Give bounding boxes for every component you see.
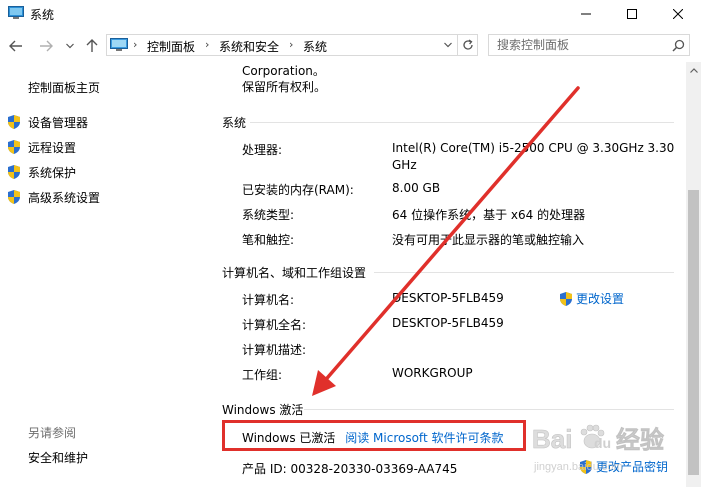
computer-name-label: 计算机名: xyxy=(242,293,295,307)
chevron-down-icon xyxy=(444,42,452,48)
sidebar-item-label: 远程设置 xyxy=(28,140,77,155)
ram-value: 8.00 GB xyxy=(392,181,441,195)
change-settings-label: 更改设置 xyxy=(576,292,625,306)
change-settings-link[interactable]: 更改设置 xyxy=(558,290,624,307)
computer-name-value: DESKTOP-5FLB459 xyxy=(392,291,504,305)
title-bar: 系统 xyxy=(0,0,701,28)
product-id: 产品 ID: 00328-20330-03369-AA745 xyxy=(242,462,458,476)
computer-icon xyxy=(8,6,24,19)
section-title-system: 系统 xyxy=(222,116,247,130)
processor-label: 处理器: xyxy=(242,143,283,157)
close-icon xyxy=(673,9,683,19)
sidebar-item-label: 高级系统设置 xyxy=(28,190,101,205)
address-dropdown-button[interactable] xyxy=(439,34,457,56)
activation-status: Windows 已激活 阅读 Microsoft 软件许可条款 xyxy=(242,429,503,446)
copyright-line: Corporation。 xyxy=(242,64,325,78)
up-arrow-icon xyxy=(86,39,98,52)
shield-icon xyxy=(8,115,20,129)
scroll-up-button[interactable] xyxy=(686,62,701,78)
refresh-icon xyxy=(462,39,473,50)
pen-touch-value: 没有可用于此显示器的笔或触控输入 xyxy=(392,233,585,247)
shield-icon xyxy=(8,190,20,204)
watermark-jingyan: 经验 xyxy=(616,426,664,454)
sidebar-item-label: 设备管理器 xyxy=(28,115,89,130)
processor-value-cont: GHz xyxy=(392,158,417,172)
breadcrumb-chevron-icon: › xyxy=(289,38,294,51)
shield-icon xyxy=(8,140,20,154)
chevron-up-icon xyxy=(689,67,698,73)
watermark-du: du xyxy=(594,435,611,451)
activation-status-text: Windows 已激活 xyxy=(242,431,336,445)
license-terms-link[interactable]: 阅读 Microsoft 软件许可条款 xyxy=(345,431,503,445)
pen-touch-label: 笔和触控: xyxy=(242,233,295,247)
search-box xyxy=(488,34,690,56)
ram-label: 已安装的内存(RAM): xyxy=(242,183,354,197)
workgroup-value: WORKGROUP xyxy=(392,366,473,380)
forward-button[interactable] xyxy=(38,38,54,54)
left-pane: 控制面板主页 设备管理器 远程设置 系统保护 高级系统设置 另请参阅 安全和维护 xyxy=(0,62,205,487)
copyright-line: 保留所有权利。 xyxy=(242,80,327,94)
control-panel-home-link[interactable]: 控制面板主页 xyxy=(28,79,100,96)
sidebar-item-remote-settings[interactable]: 远程设置 xyxy=(6,138,76,156)
section-title-activation: Windows 激活 xyxy=(222,403,304,417)
back-arrow-icon xyxy=(9,40,22,52)
workgroup-label: 工作组: xyxy=(242,368,283,382)
address-bar[interactable]: › 控制面板 › 系统和安全 › 系统 xyxy=(106,34,458,56)
breadcrumb-system-security[interactable]: 系统和安全 xyxy=(219,38,279,55)
see-also-heading: 另请参阅 xyxy=(28,426,77,440)
search-icon[interactable] xyxy=(672,39,685,52)
scroll-thumb[interactable] xyxy=(688,190,699,475)
vertical-scrollbar[interactable] xyxy=(686,62,701,487)
security-maintenance-link[interactable]: 安全和维护 xyxy=(28,449,88,466)
recent-locations-button[interactable] xyxy=(62,38,78,54)
baidu-watermark: Bai du 经验 jingyan.baidu.com xyxy=(528,416,688,478)
search-input[interactable] xyxy=(489,35,669,55)
control-panel-icon xyxy=(110,38,128,51)
system-type-value: 64 位操作系统，基于 x64 的处理器 xyxy=(392,208,586,222)
close-button[interactable] xyxy=(655,0,701,28)
shield-icon xyxy=(8,165,20,179)
watermark-bai: Bai xyxy=(532,424,572,454)
watermark-url: jingyan.baidu.com xyxy=(533,461,623,473)
minimize-button[interactable] xyxy=(563,0,609,28)
sidebar-item-system-protection[interactable]: 系统保护 xyxy=(6,163,76,181)
baidu-paw-logo: Bai du 经验 jingyan.baidu.com xyxy=(532,424,665,473)
maximize-button[interactable] xyxy=(609,0,655,28)
section-divider xyxy=(250,122,674,123)
refresh-button[interactable] xyxy=(458,34,478,56)
forward-arrow-icon xyxy=(40,40,53,52)
maximize-icon xyxy=(627,9,637,19)
shield-icon xyxy=(560,291,572,306)
processor-value: Intel(R) Core(TM) i5-2500 CPU @ 3.30GHz … xyxy=(392,141,675,155)
breadcrumb-system[interactable]: 系统 xyxy=(303,38,327,55)
window-title: 系统 xyxy=(30,8,55,22)
full-computer-name-label: 计算机全名: xyxy=(242,318,307,332)
system-type-label: 系统类型: xyxy=(242,208,295,222)
up-button[interactable] xyxy=(84,38,100,54)
breadcrumb-chevron-icon: › xyxy=(205,38,210,51)
section-divider xyxy=(374,272,674,273)
sidebar-item-device-manager[interactable]: 设备管理器 xyxy=(6,113,88,131)
breadcrumb-control-panel[interactable]: 控制面板 xyxy=(147,38,195,55)
sidebar-item-label: 系统保护 xyxy=(28,165,77,180)
computer-description-label: 计算机描述: xyxy=(242,343,307,357)
chevron-down-icon xyxy=(66,43,74,49)
section-divider xyxy=(304,409,674,410)
full-computer-name-value: DESKTOP-5FLB459 xyxy=(392,316,504,330)
back-button[interactable] xyxy=(8,38,24,54)
section-title-computer-name: 计算机名、域和工作组设置 xyxy=(222,266,367,280)
minimize-icon xyxy=(581,13,591,15)
breadcrumb-chevron-icon: › xyxy=(133,38,138,51)
sidebar-item-advanced-settings[interactable]: 高级系统设置 xyxy=(6,188,100,206)
